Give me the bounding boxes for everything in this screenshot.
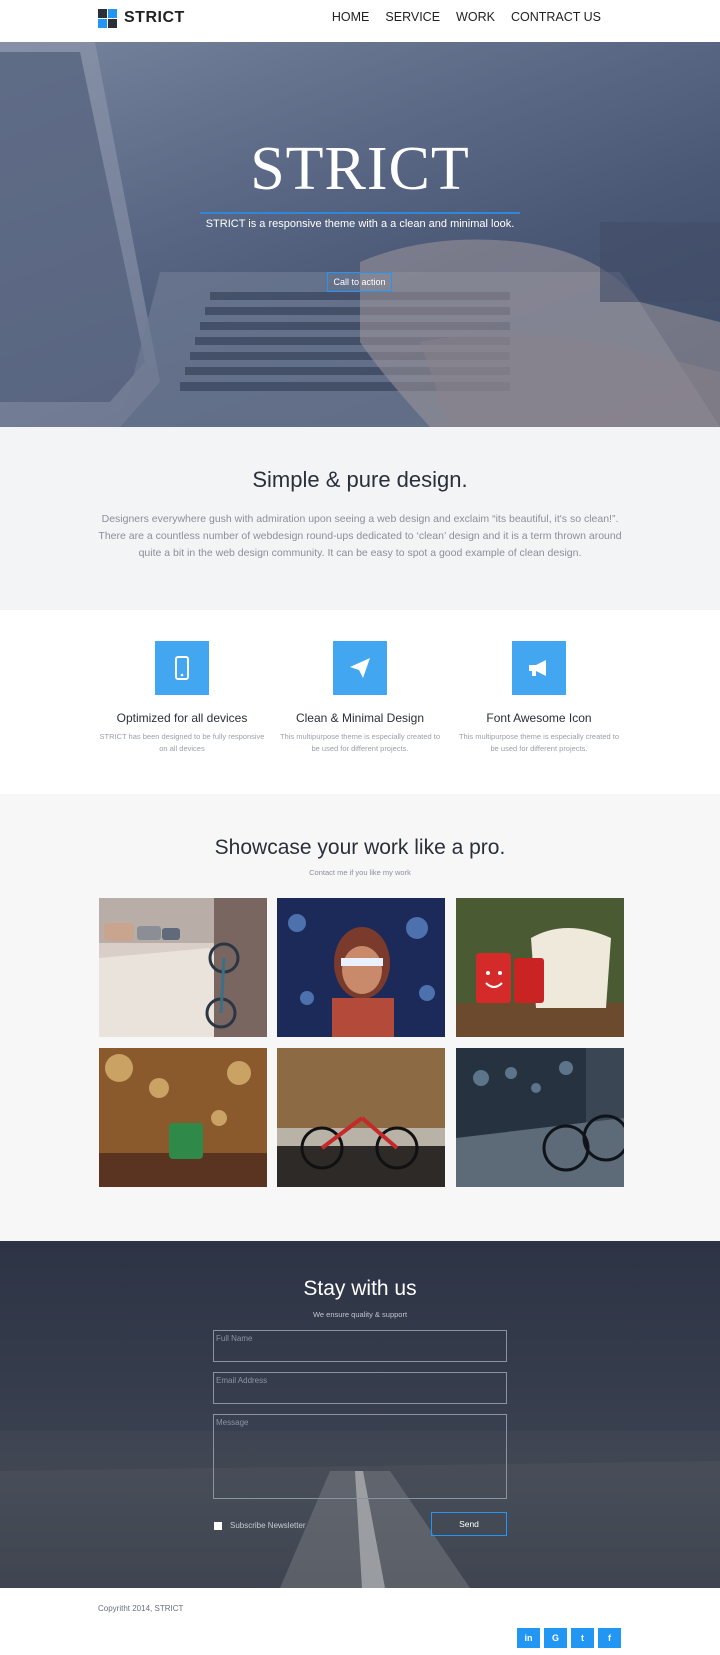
newsletter-row: Subscribe Newsletter <box>214 1521 306 1530</box>
twitter-icon[interactable]: t <box>571 1628 594 1648</box>
green-mug-photo <box>99 1048 267 1187</box>
subscribe-label: Subscribe Newsletter <box>230 1521 306 1530</box>
feature-title: Clean & Minimal Design <box>295 711 425 725</box>
full-name-field[interactable]: Full Name <box>213 1330 507 1362</box>
top-navbar: STRICT HOME SERVICE WORK CONTRACT US <box>0 0 720 42</box>
portfolio-item[interactable] <box>99 1048 267 1187</box>
brand-name: STRICT <box>124 9 185 26</box>
intro-text: Designers everywhere gush with admiratio… <box>98 513 622 559</box>
paper-plane-icon <box>333 641 387 695</box>
subscribe-checkbox[interactable] <box>214 1521 222 1530</box>
feature-text: This multipurpose theme is especially cr… <box>458 732 620 753</box>
email-field[interactable]: Email Address <box>213 1372 507 1404</box>
main-menu: HOME SERVICE WORK CONTRACT US <box>332 10 601 24</box>
portfolio-item[interactable] <box>277 1048 445 1187</box>
hero-title: STRICT <box>250 135 470 203</box>
message-field[interactable]: Message <box>213 1414 507 1499</box>
intro-heading: Simple & pure design. <box>252 467 468 492</box>
showcase-heading: Showcase your work like a pro. <box>214 836 506 859</box>
portfolio-item[interactable] <box>277 898 445 1037</box>
nav-service-link[interactable]: SERVICE <box>385 10 440 24</box>
intro-section: Simple & pure design. Designers everywhe… <box>0 427 720 610</box>
megaphone-icon <box>512 641 566 695</box>
feature-title: Optimized for all devices <box>116 711 248 725</box>
showcase-subheading: Contact me if you like my work <box>309 868 411 877</box>
nav-contact-link[interactable]: CONTRACT US <box>511 10 601 24</box>
hero-section: STRICT STRICT is a responsive theme with… <box>0 42 720 427</box>
feature-card: Font Awesome Icon This multipurpose them… <box>454 641 624 755</box>
google-plus-icon[interactable]: G <box>544 1628 567 1648</box>
contact-heading: Stay with us <box>303 1277 417 1300</box>
send-button[interactable]: Send <box>431 1512 507 1536</box>
red-mugs-book-photo <box>456 898 624 1037</box>
social-links: in G t f <box>517 1628 621 1648</box>
bike-night-street-photo <box>456 1048 624 1187</box>
message-placeholder: Message <box>216 1418 249 1427</box>
feature-text: This multipurpose theme is especially cr… <box>279 732 441 753</box>
showcase-section: Showcase your work like a pro. Contact m… <box>0 794 720 1241</box>
full-name-placeholder: Full Name <box>216 1334 253 1343</box>
hero-overlay <box>0 42 720 427</box>
brand-logo[interactable]: STRICT <box>98 8 185 28</box>
hero-subtitle: STRICT is a responsive theme with a a cl… <box>205 218 515 230</box>
contact-section: Stay with us We ensure quality & support… <box>0 1241 720 1588</box>
portfolio-item[interactable] <box>456 898 624 1037</box>
hero-divider <box>200 212 520 214</box>
feature-text: STRICT has been designed to be fully res… <box>99 732 265 753</box>
red-bike-wall-photo <box>277 1048 445 1187</box>
feature-card: Clean & Minimal Design This multipurpose… <box>275 641 445 755</box>
nav-home-link[interactable]: HOME <box>332 10 370 24</box>
woman-bokeh-photo <box>277 898 445 1037</box>
features-section: Optimized for all devices STRICT has bee… <box>0 610 720 794</box>
feature-card: Optimized for all devices STRICT has bee… <box>97 641 267 755</box>
bicycle-street-photo <box>99 898 267 1037</box>
call-to-action-button[interactable]: Call to action <box>327 272 392 292</box>
nav-work-link[interactable]: WORK <box>456 10 495 24</box>
contact-subheading: We ensure quality & support <box>312 1310 408 1319</box>
feature-title: Font Awesome Icon <box>486 711 592 725</box>
copyright-text: Copyritht 2014, STRICT <box>98 1604 184 1613</box>
email-placeholder: Email Address <box>216 1376 268 1385</box>
linkedin-icon[interactable]: in <box>517 1628 540 1648</box>
footer: Copyritht 2014, STRICT in G t f <box>0 1588 720 1655</box>
portfolio-item[interactable] <box>99 898 267 1037</box>
portfolio-item[interactable] <box>456 1048 624 1187</box>
mobile-icon <box>155 641 209 695</box>
facebook-icon[interactable]: f <box>598 1628 621 1648</box>
logo-mark-icon <box>98 8 117 28</box>
